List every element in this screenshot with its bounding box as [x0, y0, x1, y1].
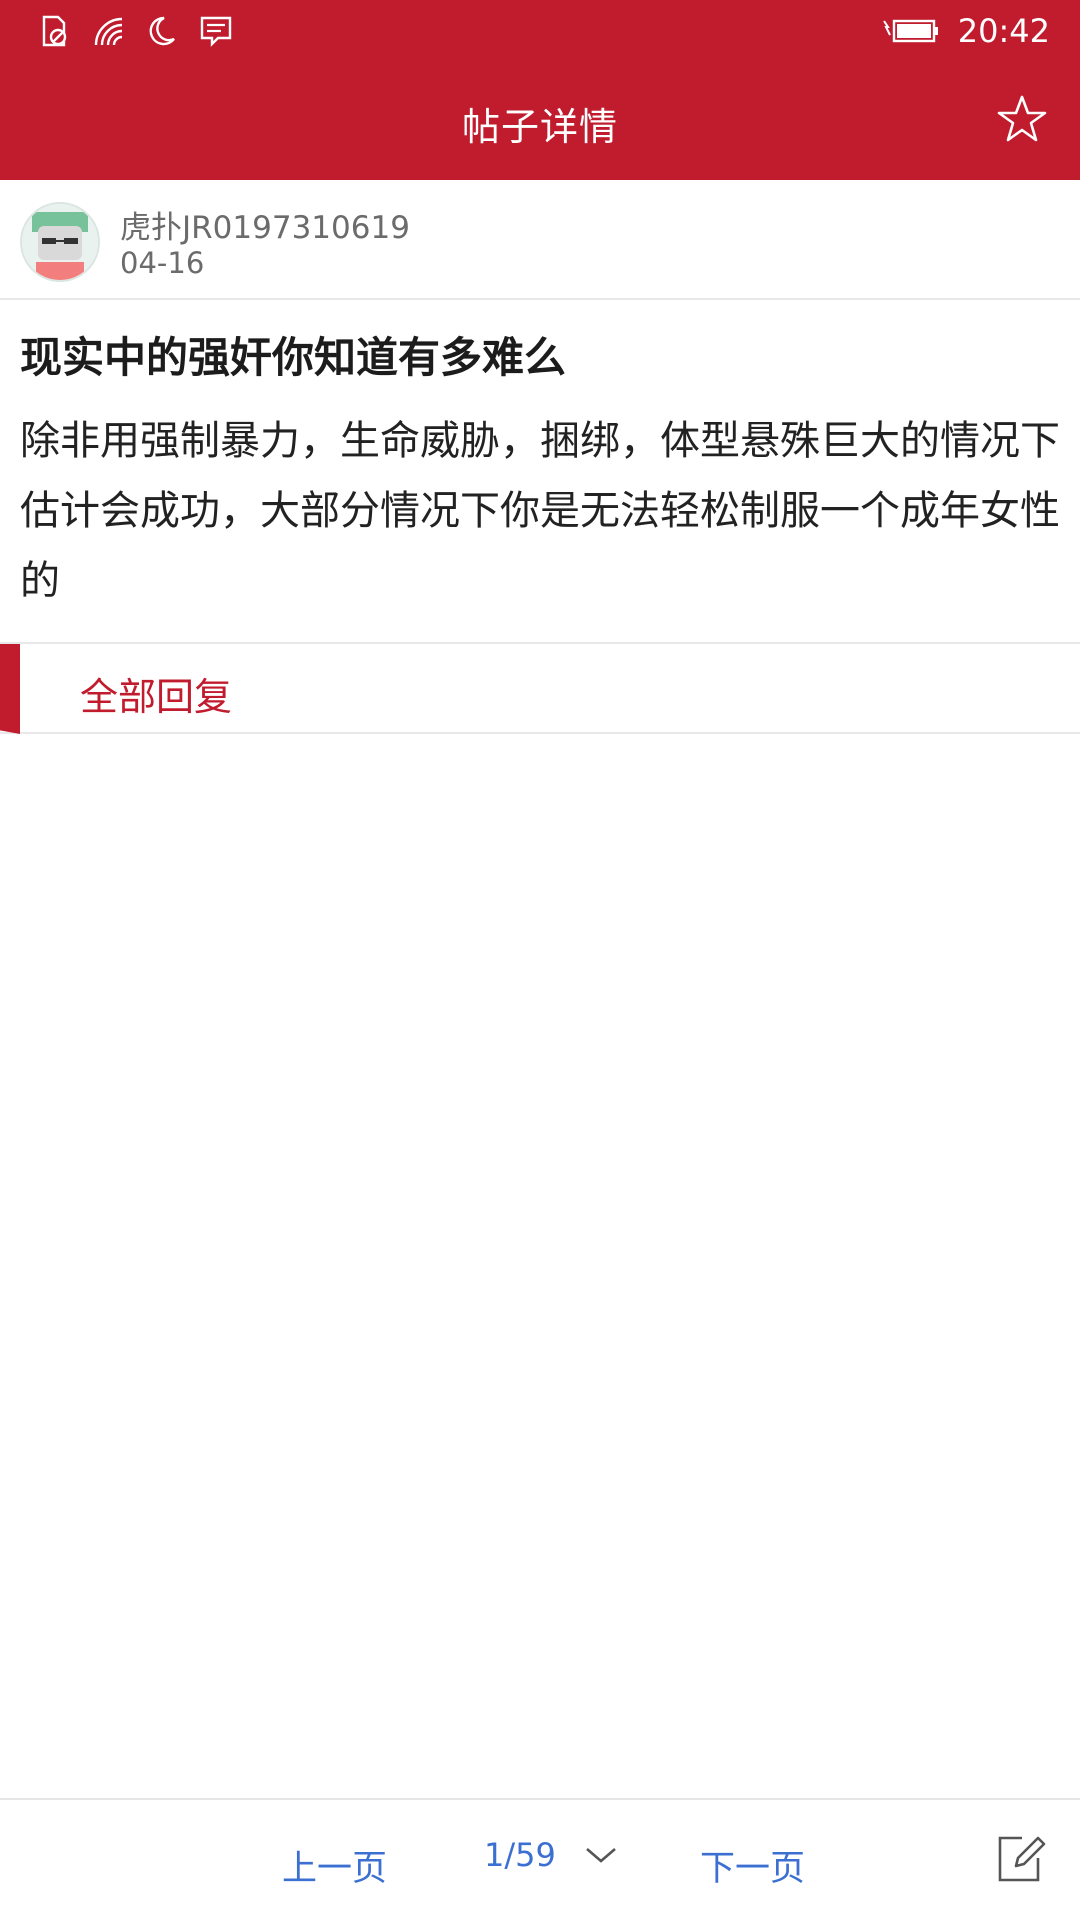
replies-header: 全部回复 — [0, 642, 1080, 734]
status-icons — [36, 10, 234, 52]
post-content: 现实中的强奸你知道有多难么 除非用强制暴力，生命威胁，捆绑，体型悬殊巨大的情况下… — [0, 300, 1080, 616]
star-outline-icon[interactable] — [994, 92, 1050, 148]
moon-icon — [149, 16, 175, 46]
avatar-illustration — [22, 204, 98, 280]
wifi-icon — [94, 17, 123, 46]
app-header: 帖子详情 — [0, 62, 1080, 180]
page-selector[interactable]: 1/59 — [484, 1836, 618, 1874]
status-bar: 20:42 — [0, 0, 1080, 62]
compose-icon[interactable] — [992, 1832, 1046, 1886]
post-detail-page: 20:42 帖子详情 虎扑JR0197310619 04-16 现实中的强奸你知… — [0, 0, 1080, 1920]
message-icon — [200, 16, 232, 47]
prev-page-button[interactable]: 上一页 — [282, 1840, 387, 1891]
status-time: 20:42 — [957, 12, 1050, 50]
status-right: 20:42 — [882, 10, 1050, 52]
top-bar: 20:42 帖子详情 — [0, 0, 1080, 180]
sim-blocked-icon — [42, 15, 67, 47]
page-title: 帖子详情 — [461, 105, 618, 149]
author-name[interactable]: 虎扑JR0197310619 — [120, 202, 410, 247]
author-row: 虎扑JR0197310619 04-16 — [0, 180, 1080, 300]
post-body: 除非用强制暴力，生命威胁，捆绑，体型悬殊巨大的情况下估计会成功，大部分情况下你是… — [20, 418, 1060, 604]
all-replies-label: 全部回复 — [80, 675, 233, 719]
page-indicator: 1/59 — [484, 1836, 556, 1874]
battery-charging-icon — [882, 19, 938, 43]
next-page-button[interactable]: 下一页 — [700, 1840, 805, 1891]
replies-accent-bar — [0, 644, 20, 734]
post-date: 04-16 — [120, 246, 205, 280]
avatar[interactable] — [20, 202, 100, 282]
pager-bar: 上一页 1/59 下一页 — [0, 1798, 1080, 1920]
chevron-down-icon — [586, 1848, 616, 1863]
post-title: 现实中的强奸你知道有多难么 — [20, 333, 567, 382]
